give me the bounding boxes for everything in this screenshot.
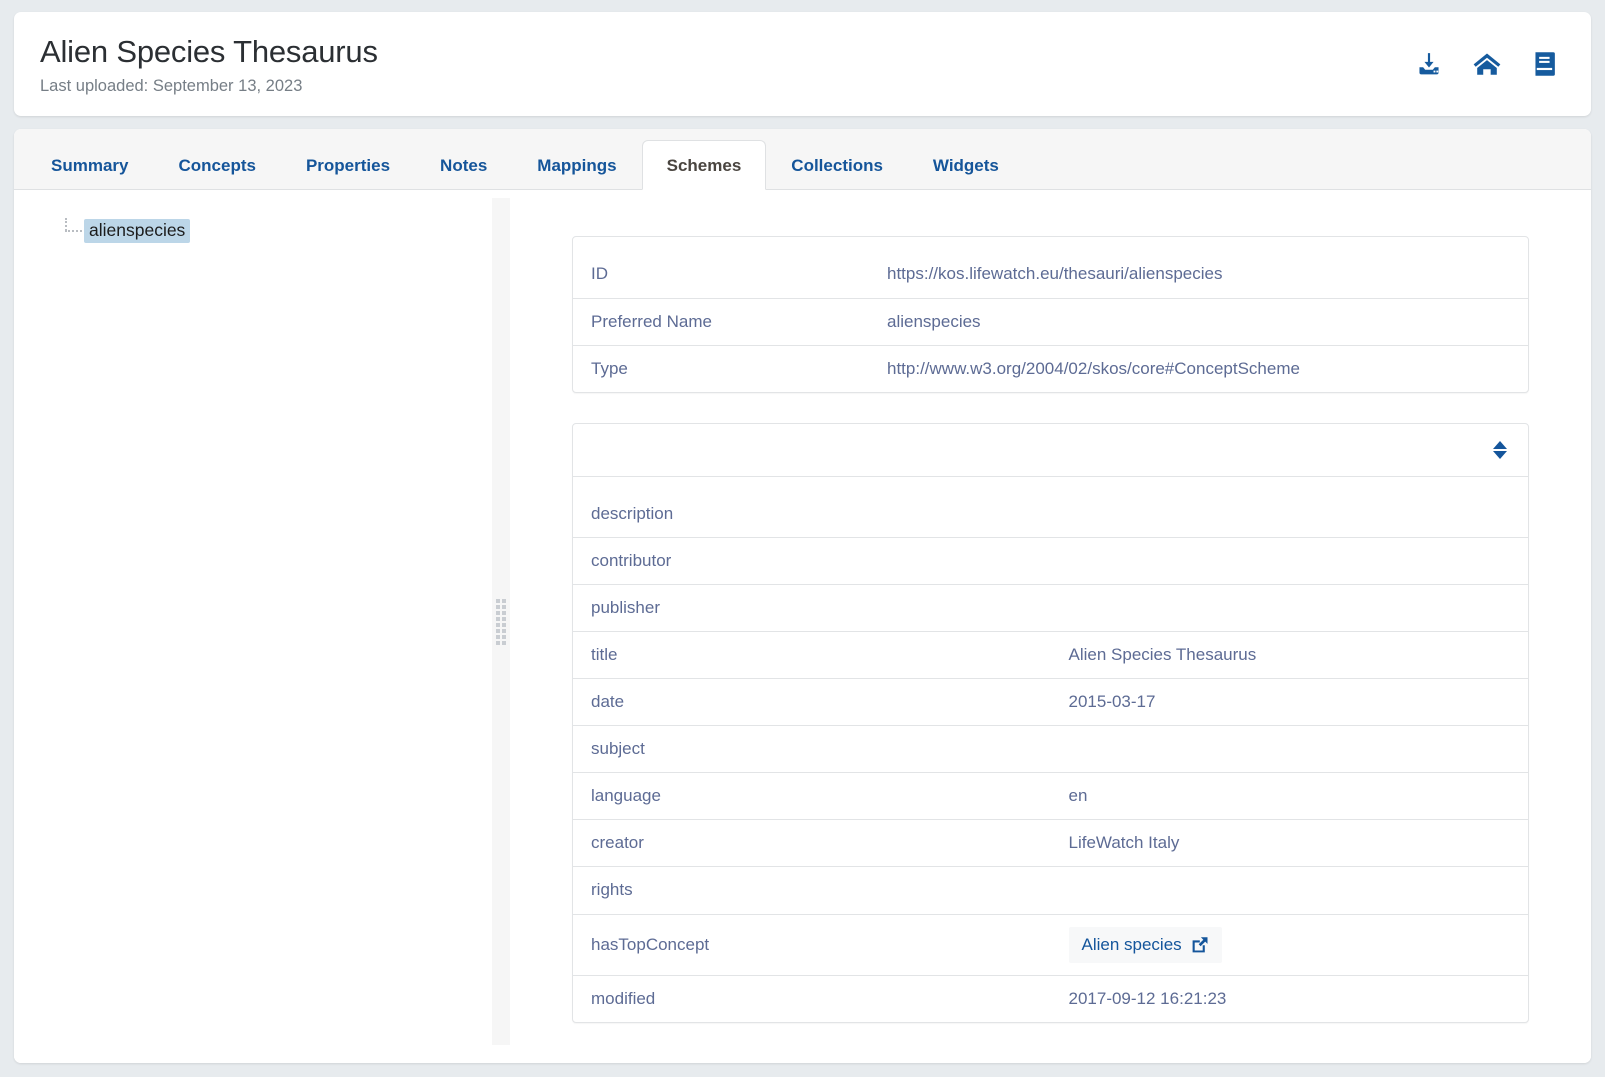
page-title: Alien Species Thesaurus (40, 34, 378, 70)
tab-widgets[interactable]: Widgets (908, 140, 1024, 190)
table-row: description (573, 477, 1528, 538)
table-sort-header-row (573, 424, 1528, 477)
prop-key-contributor: contributor (573, 538, 1051, 585)
prop-value-modified: 2017-09-12 16:21:23 (1051, 976, 1529, 1022)
table-row: Type http://www.w3.org/2004/02/skos/core… (573, 346, 1528, 392)
prop-value-subject (1051, 726, 1529, 773)
header-card: Alien Species Thesaurus Last uploaded: S… (14, 12, 1591, 116)
prop-value-hastopconcept: Alien species (1051, 915, 1529, 976)
prop-key-language: language (573, 773, 1051, 820)
sort-descending-icon (1493, 451, 1507, 459)
home-icon[interactable] (1473, 50, 1501, 78)
scheme-detail-pane: ID https://kos.lifewatch.eu/thesauri/ali… (510, 190, 1591, 1063)
prop-value-title: Alien Species Thesaurus (1051, 632, 1529, 679)
prop-key-rights: rights (573, 867, 1051, 914)
summary-key-preferred-name: Preferred Name (573, 299, 869, 346)
prop-value-publisher (1051, 585, 1529, 632)
top-concept-link-label: Alien species (1082, 934, 1182, 956)
prop-key-title: title (573, 632, 1051, 679)
pane-splitter[interactable] (492, 198, 510, 1045)
prop-key-creator: creator (573, 820, 1051, 867)
content-card: Summary Concepts Properties Notes Mappin… (14, 129, 1591, 1063)
prop-value-contributor (1051, 538, 1529, 585)
sort-control-wrap (573, 424, 1528, 476)
prop-key-modified: modified (573, 976, 1051, 1022)
table-row: creator LifeWatch Italy (573, 820, 1528, 867)
app-root: Alien Species Thesaurus Last uploaded: S… (0, 0, 1605, 1077)
table-row: rights (573, 867, 1528, 914)
table-row: date 2015-03-17 (573, 679, 1528, 726)
prop-key-subject: subject (573, 726, 1051, 773)
table-row: title Alien Species Thesaurus (573, 632, 1528, 679)
tab-properties[interactable]: Properties (281, 140, 415, 190)
prop-value-date: 2015-03-17 (1051, 679, 1529, 726)
prop-value-description (1051, 477, 1529, 538)
table-row: ID https://kos.lifewatch.eu/thesauri/ali… (573, 237, 1528, 298)
prop-key-hastopconcept: hasTopConcept (573, 915, 1051, 976)
prop-key-description: description (573, 477, 1051, 538)
tab-notes[interactable]: Notes (415, 140, 512, 190)
table-row: subject (573, 726, 1528, 773)
sort-header-cell (573, 424, 1528, 477)
tree-connector-icon (54, 218, 84, 244)
top-concept-link[interactable]: Alien species (1069, 927, 1222, 963)
book-icon[interactable] (1531, 50, 1559, 78)
header-text-block: Alien Species Thesaurus Last uploaded: S… (40, 34, 378, 96)
scheme-tree-pane: alienspecies (14, 190, 492, 1063)
table-row: contributor (573, 538, 1528, 585)
prop-key-date: date (573, 679, 1051, 726)
splitter-grip-icon (496, 599, 506, 645)
prop-value-language: en (1051, 773, 1529, 820)
sort-toggle-icon[interactable] (1492, 439, 1508, 461)
split-view: alienspecies ID https://kos.lifewatch.eu… (14, 190, 1591, 1063)
tab-concepts[interactable]: Concepts (153, 140, 280, 190)
scheme-summary-table: ID https://kos.lifewatch.eu/thesauri/ali… (572, 236, 1529, 392)
summary-value-preferred-name: alienspecies (869, 299, 1528, 346)
sort-ascending-icon (1493, 441, 1507, 449)
tree-item-label[interactable]: alienspecies (84, 219, 190, 243)
download-icon[interactable] (1415, 50, 1443, 78)
table-row: publisher (573, 585, 1528, 632)
scheme-properties-table: description contributor publisher t (572, 423, 1529, 1023)
tab-mappings[interactable]: Mappings (512, 140, 641, 190)
tab-collections[interactable]: Collections (766, 140, 908, 190)
summary-value-type: http://www.w3.org/2004/02/skos/core#Conc… (869, 346, 1528, 392)
header-actions (1415, 34, 1565, 78)
tab-bar: Summary Concepts Properties Notes Mappin… (14, 129, 1591, 190)
prop-value-rights (1051, 867, 1529, 914)
prop-value-creator: LifeWatch Italy (1051, 820, 1529, 867)
prop-key-publisher: publisher (573, 585, 1051, 632)
last-uploaded-text: Last uploaded: September 13, 2023 (40, 77, 378, 97)
table-row: hasTopConcept Alien species (573, 915, 1528, 976)
tree-item-alienspecies[interactable]: alienspecies (54, 218, 492, 244)
external-link-icon (1191, 936, 1209, 954)
table-row: modified 2017-09-12 16:21:23 (573, 976, 1528, 1022)
table-row: language en (573, 773, 1528, 820)
summary-value-id: https://kos.lifewatch.eu/thesauri/aliens… (869, 237, 1528, 298)
summary-key-id: ID (573, 237, 869, 298)
summary-key-type: Type (573, 346, 869, 392)
table-row: Preferred Name alienspecies (573, 299, 1528, 346)
tab-schemes[interactable]: Schemes (642, 140, 767, 190)
tab-summary[interactable]: Summary (26, 140, 153, 190)
